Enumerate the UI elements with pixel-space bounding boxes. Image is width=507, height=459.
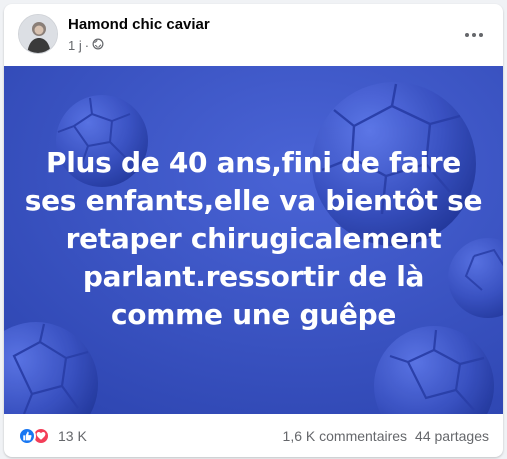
shares-count-link[interactable]: 44 partages xyxy=(415,428,489,444)
post-footer: 13 K 1,6 K commentaires 44 partages xyxy=(4,414,503,457)
reactions-summary[interactable]: 13 K xyxy=(18,426,87,445)
public-globe-icon xyxy=(92,38,104,53)
post-image[interactable]: Plus de 40 ans,fini de faire ses enfants… xyxy=(4,66,503,414)
post-card: Hamond chic caviar 1 j · Plus de 40 ans,… xyxy=(4,4,503,457)
post-header: Hamond chic caviar 1 j · xyxy=(4,4,503,66)
reaction-count: 13 K xyxy=(58,427,87,444)
post-image-text: Plus de 40 ans,fini de faire ses enfants… xyxy=(24,146,483,331)
more-options-icon[interactable] xyxy=(457,18,491,52)
post-time[interactable]: 1 j xyxy=(68,38,82,53)
avatar-image xyxy=(19,15,57,53)
meta-separator: · xyxy=(84,38,90,53)
post-meta: 1 j · xyxy=(68,38,104,53)
author-avatar[interactable] xyxy=(18,14,58,54)
like-icon xyxy=(18,426,36,445)
author-name[interactable]: Hamond chic caviar xyxy=(68,16,210,33)
comments-count-link[interactable]: 1,6 K commentaires xyxy=(283,428,408,444)
